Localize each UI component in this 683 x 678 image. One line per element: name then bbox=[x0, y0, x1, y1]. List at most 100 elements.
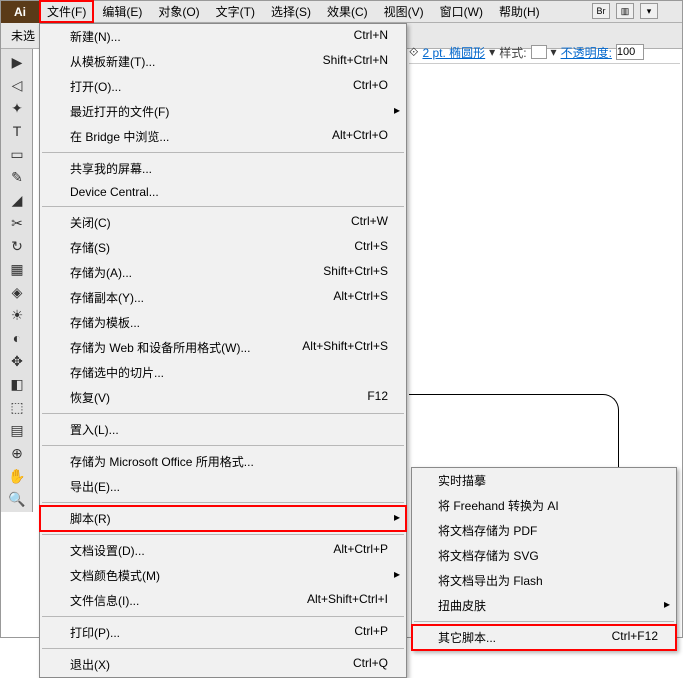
tool-1[interactable]: ◁ bbox=[3, 74, 31, 96]
menu-0[interactable]: 文件(F) bbox=[39, 0, 94, 23]
tool-6[interactable]: ◢ bbox=[3, 189, 31, 211]
script-item-5[interactable]: 扭曲皮肤 bbox=[412, 593, 676, 618]
menu-1[interactable]: 编辑(E) bbox=[94, 0, 150, 23]
file-item-15[interactable]: 存储选中的切片... bbox=[40, 360, 406, 385]
file-item-2[interactable]: 打开(O)... Ctrl+O bbox=[40, 74, 406, 99]
menu-label: 脚本(R) bbox=[70, 510, 111, 527]
menu-label: 存储(S) bbox=[70, 239, 110, 256]
style-swatch[interactable] bbox=[531, 45, 547, 59]
file-item-26[interactable]: 文档颜色模式(M) bbox=[40, 563, 406, 588]
tool-9[interactable]: ▦ bbox=[3, 258, 31, 280]
menu-label: 打开(O)... bbox=[70, 78, 121, 95]
menu-shortcut: Ctrl+O bbox=[353, 78, 388, 95]
file-item-29[interactable]: 打印(P)...Ctrl+P bbox=[40, 620, 406, 645]
file-item-23[interactable]: 脚本(R) bbox=[40, 506, 406, 531]
tool-17[interactable]: ⊕ bbox=[3, 442, 31, 464]
menu-3[interactable]: 文字(T) bbox=[208, 0, 263, 23]
file-item-11[interactable]: 存储为(A)...Shift+Ctrl+S bbox=[40, 260, 406, 285]
stroke-profile[interactable]: 2 pt. 椭圆形 bbox=[422, 44, 485, 61]
dd-icon[interactable]: ▾ bbox=[489, 45, 495, 59]
tool-0[interactable]: ▶ bbox=[3, 51, 31, 73]
file-item-6[interactable]: 共享我的屏幕... bbox=[40, 156, 406, 181]
options-bar: ⟐ 2 pt. 椭圆形 ▾ 样式: ▾ 不透明度: bbox=[409, 41, 680, 63]
file-item-0[interactable]: 新建(N)...Ctrl+N bbox=[40, 24, 406, 49]
file-item-16[interactable]: 恢复(V) F12 bbox=[40, 385, 406, 410]
file-menu-dropdown: 新建(N)...Ctrl+N从模板新建(T)...Shift+Ctrl+N打开(… bbox=[39, 23, 407, 678]
menu-6[interactable]: 视图(V) bbox=[376, 0, 432, 23]
file-item-27[interactable]: 文件信息(I)...Alt+Shift+Ctrl+I bbox=[40, 588, 406, 613]
menu-shortcut: Alt+Ctrl+S bbox=[333, 289, 388, 306]
menu-label: 将文档导出为 Flash bbox=[438, 572, 543, 589]
dropdown-button[interactable]: ▾ bbox=[640, 3, 658, 19]
file-item-4[interactable]: 在 Bridge 中浏览...Alt+Ctrl+O bbox=[40, 124, 406, 149]
file-item-20[interactable]: 存储为 Microsoft Office 所用格式... bbox=[40, 449, 406, 474]
file-sep bbox=[42, 616, 404, 617]
file-item-18[interactable]: 置入(L)... bbox=[40, 417, 406, 442]
script-submenu: 实时描摹将 Freehand 转换为 AI将文档存储为 PDF 将文档存储为 SV… bbox=[411, 467, 677, 651]
tool-10[interactable]: ◈ bbox=[3, 281, 31, 303]
opacity-input[interactable] bbox=[616, 44, 644, 60]
file-item-21[interactable]: 导出(E)... bbox=[40, 474, 406, 499]
dd-icon[interactable]: ▾ bbox=[551, 45, 557, 59]
menu-label: 文档设置(D)... bbox=[70, 542, 145, 559]
tool-15[interactable]: ⬚ bbox=[3, 396, 31, 418]
menu-label: 新建(N)... bbox=[70, 28, 121, 45]
menu-label: 将文档存储为 SVG bbox=[438, 547, 539, 564]
menu-4[interactable]: 选择(S) bbox=[263, 0, 319, 23]
app-logo: Ai bbox=[1, 1, 39, 23]
file-item-14[interactable]: 存储为 Web 和设备所用格式(W)... Alt+Shift+Ctrl+S bbox=[40, 335, 406, 360]
menu-label: 存储副本(Y)... bbox=[70, 289, 144, 306]
tool-12[interactable]: ◐ bbox=[3, 327, 31, 349]
tool-14[interactable]: ◧ bbox=[3, 373, 31, 395]
tool-11[interactable]: ☀ bbox=[3, 304, 31, 326]
script-item-2[interactable]: 将文档存储为 PDF bbox=[412, 518, 676, 543]
menu-label: 存储为 Web 和设备所用格式(W)... bbox=[70, 339, 250, 356]
menu-label: Device Central... bbox=[70, 185, 159, 199]
menu-5[interactable]: 效果(C) bbox=[319, 0, 376, 23]
menu-label: 存储选中的切片... bbox=[70, 364, 164, 381]
menu-shortcut: Shift+Ctrl+N bbox=[323, 53, 388, 70]
tool-19[interactable]: 🔍 bbox=[3, 488, 31, 510]
script-item-1[interactable]: 将 Freehand 转换为 AI bbox=[412, 493, 676, 518]
script-item-3[interactable]: 将文档存储为 SVG bbox=[412, 543, 676, 568]
menu-label: 恢复(V) bbox=[70, 389, 110, 406]
script-item-0[interactable]: 实时描摹 bbox=[412, 468, 676, 493]
menu-8[interactable]: 帮助(H) bbox=[491, 0, 548, 23]
menu-shortcut: Alt+Ctrl+P bbox=[333, 542, 388, 559]
menu-shortcut: Ctrl+Q bbox=[353, 656, 388, 673]
file-item-25[interactable]: 文档设置(D)... Alt+Ctrl+P bbox=[40, 538, 406, 563]
file-item-13[interactable]: 存储为模板... bbox=[40, 310, 406, 335]
file-sep bbox=[42, 502, 404, 503]
tool-18[interactable]: ✋ bbox=[3, 465, 31, 487]
file-item-12[interactable]: 存储副本(Y)... Alt+Ctrl+S bbox=[40, 285, 406, 310]
menu-shortcut: Shift+Ctrl+S bbox=[323, 264, 388, 281]
tool-7[interactable]: ✂ bbox=[3, 212, 31, 234]
file-item-1[interactable]: 从模板新建(T)...Shift+Ctrl+N bbox=[40, 49, 406, 74]
menu-7[interactable]: 窗口(W) bbox=[432, 0, 491, 23]
tool-5[interactable]: ✎ bbox=[3, 166, 31, 188]
tool-8[interactable]: ↻ bbox=[3, 235, 31, 257]
tool-2[interactable]: ✦ bbox=[3, 97, 31, 119]
file-item-10[interactable]: 存储(S)Ctrl+S bbox=[40, 235, 406, 260]
file-item-9[interactable]: 关闭(C)Ctrl+W bbox=[40, 210, 406, 235]
file-item-3[interactable]: 最近打开的文件(F) bbox=[40, 99, 406, 124]
tool-4[interactable]: ▭ bbox=[3, 143, 31, 165]
tool-16[interactable]: ▤ bbox=[3, 419, 31, 441]
menu-label: 实时描摹 bbox=[438, 472, 486, 489]
menu-2[interactable]: 对象(O) bbox=[150, 0, 207, 23]
file-item-31[interactable]: 退出(X)Ctrl+Q bbox=[40, 652, 406, 677]
toolbox: ▶◁✦T▭✎◢✂↻▦◈☀◐✥◧⬚▤⊕✋🔍 bbox=[1, 49, 33, 512]
script-item-4[interactable]: 将文档导出为 Flash bbox=[412, 568, 676, 593]
menu-label: 置入(L)... bbox=[70, 421, 119, 438]
layout-button[interactable]: ▥ bbox=[616, 3, 634, 19]
opacity-label[interactable]: 不透明度: bbox=[561, 44, 612, 61]
spinner-icon[interactable]: ⟐ bbox=[409, 45, 418, 60]
tool-3[interactable]: T bbox=[3, 120, 31, 142]
file-sep bbox=[42, 534, 404, 535]
menu-label: 文档颜色模式(M) bbox=[70, 567, 160, 584]
menu-shortcut: Alt+Shift+Ctrl+S bbox=[302, 339, 388, 356]
tool-13[interactable]: ✥ bbox=[3, 350, 31, 372]
bridge-button[interactable]: Br bbox=[592, 3, 610, 19]
menu-shortcut: F12 bbox=[367, 389, 388, 406]
file-item-7[interactable]: Device Central... bbox=[40, 181, 406, 203]
